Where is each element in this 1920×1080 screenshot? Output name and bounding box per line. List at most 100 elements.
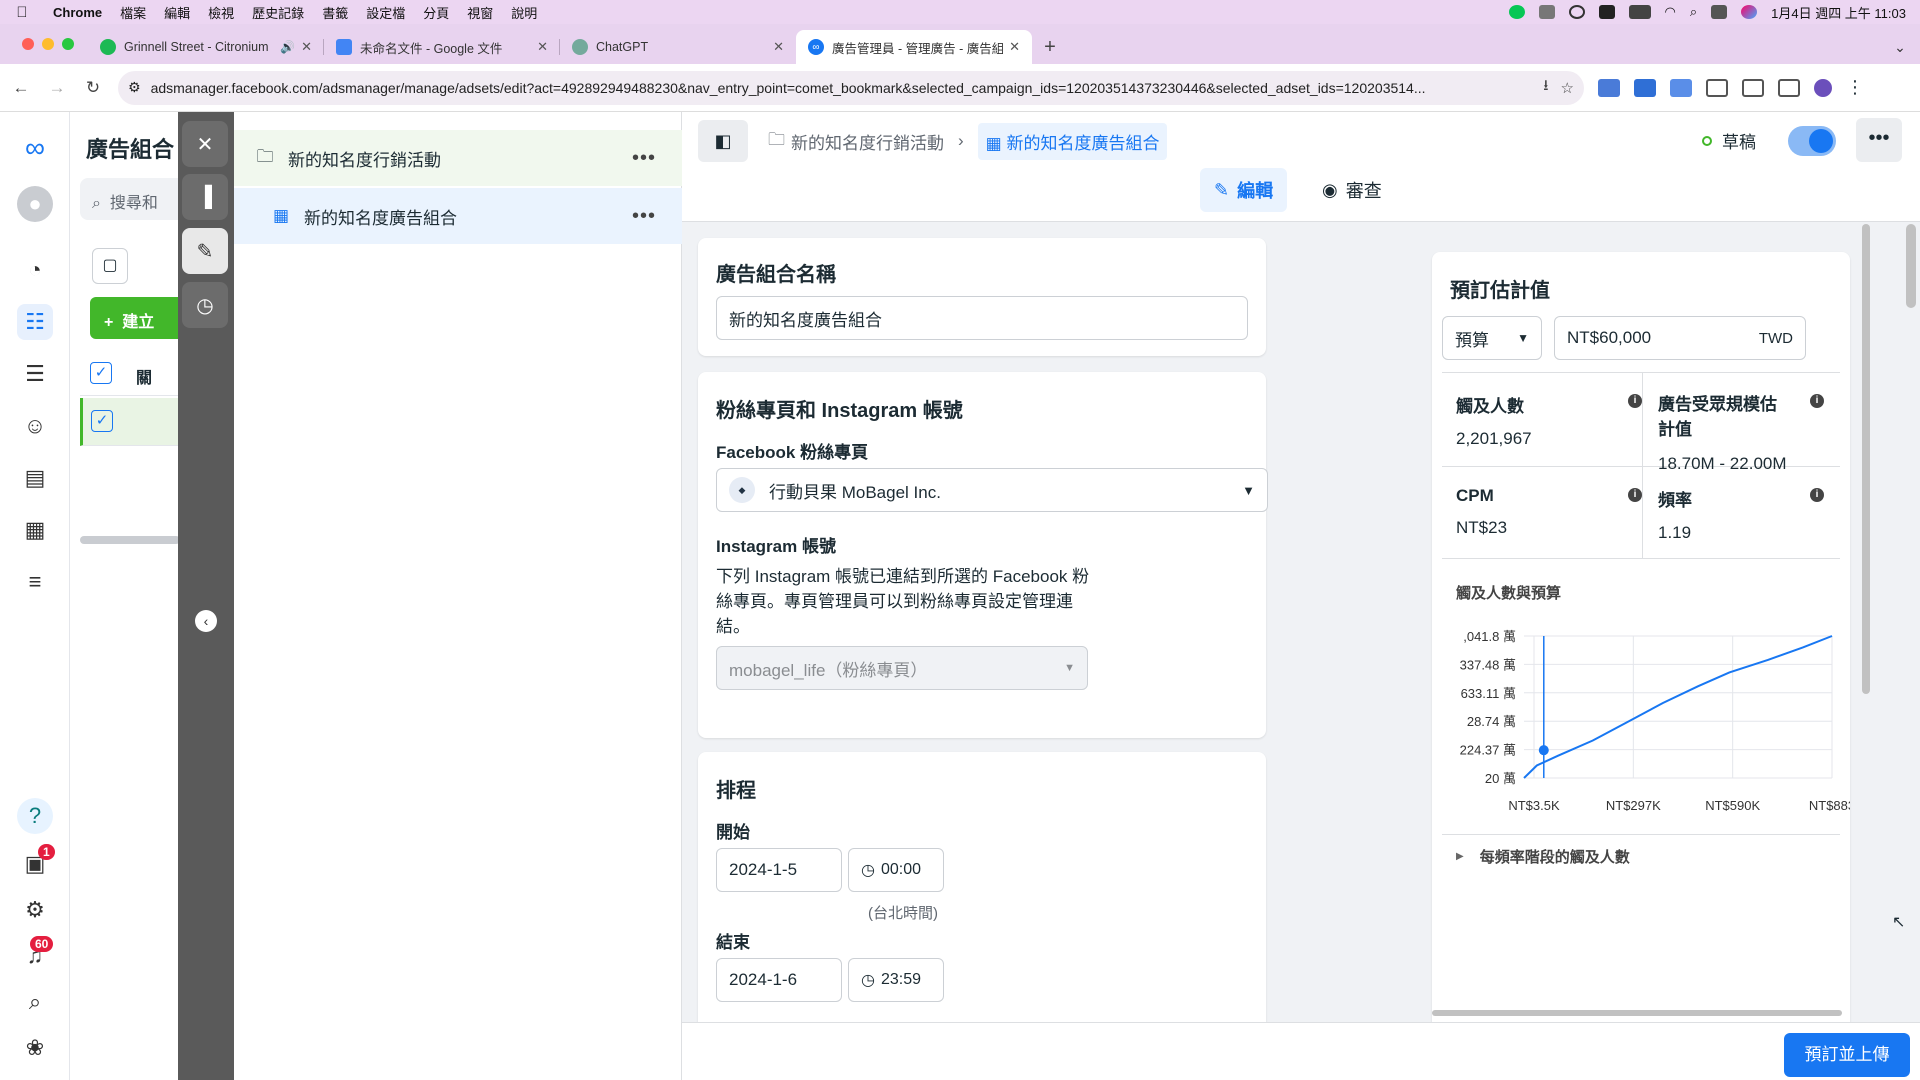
info-icon[interactable]: i bbox=[1628, 394, 1642, 408]
table-row[interactable]: ✓ bbox=[80, 398, 180, 446]
reload-icon[interactable]: ↻ bbox=[78, 78, 108, 98]
wifi-icon[interactable]: ◠ bbox=[1665, 4, 1676, 20]
battery-icon[interactable] bbox=[1628, 5, 1651, 19]
maximize-window-button[interactable] bbox=[62, 38, 74, 50]
budget-type-select[interactable]: 預算 ▼ bbox=[1442, 316, 1542, 360]
control-center-icon[interactable] bbox=[1711, 5, 1728, 19]
search-input[interactable]: ⌕ 搜尋和 bbox=[80, 178, 180, 220]
publish-button[interactable]: 預訂並上傳 bbox=[1784, 1033, 1910, 1077]
help-icon[interactable]: ? bbox=[17, 798, 53, 834]
meta-logo-icon[interactable]: ∞ bbox=[17, 130, 53, 166]
history-clock-icon[interactable]: ◷ bbox=[182, 282, 228, 328]
chrome-menu-icon[interactable]: ⋮ bbox=[1846, 77, 1864, 98]
active-toggle[interactable] bbox=[1788, 126, 1836, 156]
extensions-puzzle-icon[interactable] bbox=[1706, 78, 1728, 97]
menu-file[interactable]: 檔案 bbox=[111, 3, 155, 22]
extension-icon[interactable] bbox=[1598, 78, 1620, 97]
reach-budget-chart[interactable]: ,041.8 萬 337.48 萬 633.11 萬 28.74 萬 224.37 萬 2… bbox=[1432, 602, 1850, 812]
tree-item-adset[interactable]: ▦ 新的知名度廣告組合 ••• bbox=[234, 188, 682, 244]
create-button[interactable]: + 建立 bbox=[90, 297, 180, 339]
menu-chrome[interactable]: Chrome bbox=[44, 5, 111, 20]
info-icon[interactable]: i bbox=[1810, 394, 1824, 408]
estimates-scrollbar[interactable] bbox=[1862, 224, 1870, 694]
tuning-icon[interactable] bbox=[1538, 5, 1555, 19]
menu-tabs[interactable]: 分頁 bbox=[414, 3, 458, 22]
close-editor-icon[interactable]: ✕ bbox=[182, 121, 228, 167]
info-icon[interactable]: i bbox=[1810, 488, 1824, 502]
audiences-icon[interactable]: ☺ bbox=[17, 408, 53, 444]
play-icon[interactable] bbox=[1568, 5, 1585, 19]
folder-icon[interactable]: ▢ bbox=[92, 248, 128, 284]
page-scrollbar[interactable] bbox=[1906, 224, 1916, 308]
siri-icon[interactable] bbox=[1741, 5, 1758, 19]
more-options-icon[interactable]: ••• bbox=[632, 205, 656, 228]
tab-spotify[interactable]: Grinnell Street - Citronium 🔊 ✕ bbox=[88, 30, 324, 64]
close-tab-icon[interactable]: ✕ bbox=[1009, 39, 1020, 55]
tree-item-campaign[interactable]: 🗀 新的知名度行銷活動 ••• bbox=[234, 130, 682, 186]
apple-icon[interactable]:  bbox=[0, 4, 44, 21]
text-input-icon[interactable] bbox=[1598, 5, 1615, 19]
translate-icon[interactable] bbox=[1670, 78, 1692, 97]
sidebar-toggle-icon[interactable]: ◧ bbox=[698, 120, 748, 162]
search-icon[interactable]: ⌕ bbox=[17, 984, 53, 1020]
menu-profiles[interactable]: 設定檔 bbox=[357, 3, 414, 22]
horizontal-scrollbar[interactable] bbox=[80, 536, 180, 544]
breadcrumb-campaign[interactable]: 新的知名度行銷活動 bbox=[791, 129, 944, 154]
minimize-window-button[interactable] bbox=[42, 38, 54, 50]
bug-report-icon[interactable]: ❀ bbox=[17, 1030, 53, 1066]
menu-window[interactable]: 視窗 bbox=[458, 3, 502, 22]
menu-help[interactable]: 說明 bbox=[502, 3, 546, 22]
url-text[interactable]: adsmanager.facebook.com/adsmanager/manag… bbox=[151, 80, 1532, 96]
spotlight-icon[interactable]: ⌕ bbox=[1690, 4, 1697, 20]
clock[interactable]: 1月4日 週四 上午 11:03 bbox=[1771, 3, 1906, 22]
menu-history[interactable]: 歷史記錄 bbox=[243, 3, 313, 22]
adset-name-input[interactable]: 新的知名度廣告組合 bbox=[716, 296, 1248, 340]
billing-icon[interactable]: ▤ bbox=[17, 460, 53, 496]
menu-edit[interactable]: 編輯 bbox=[155, 3, 199, 22]
start-date-input[interactable]: 2024-1-5 bbox=[716, 848, 842, 892]
close-tab-icon[interactable]: ✕ bbox=[537, 39, 548, 55]
estimates-horizontal-scrollbar[interactable] bbox=[1432, 1010, 1842, 1016]
speaker-icon[interactable]: 🔊 bbox=[280, 40, 295, 54]
new-tab-button[interactable]: + bbox=[1032, 30, 1068, 64]
more-options-icon[interactable]: ••• bbox=[632, 147, 656, 170]
tab-google-docs[interactable]: 未命名文件 - Google 文件 ✕ bbox=[324, 30, 560, 64]
info-icon[interactable]: i bbox=[1628, 488, 1642, 502]
reports-icon[interactable]: ☰ bbox=[17, 356, 53, 392]
tab-edit[interactable]: ✎ 編輯 bbox=[1200, 168, 1288, 212]
close-tab-icon[interactable]: ✕ bbox=[773, 39, 784, 55]
catalog-icon[interactable]: ▦ bbox=[17, 512, 53, 548]
close-tab-icon[interactable]: ✕ bbox=[301, 39, 312, 55]
profile-avatar[interactable] bbox=[1814, 78, 1832, 97]
site-info-icon[interactable]: ⚙ bbox=[128, 79, 141, 96]
collapse-chevron-icon[interactable]: ‹ bbox=[195, 610, 217, 632]
frequency-breakdown-toggle[interactable]: ▶ 每頻率階段的觸及人數 bbox=[1456, 846, 1630, 867]
address-bar[interactable]: ⚙ adsmanager.facebook.com/adsmanager/man… bbox=[118, 70, 1584, 105]
edit-pencil-icon[interactable]: ✎ bbox=[182, 228, 228, 274]
back-icon[interactable]: ← bbox=[6, 78, 36, 98]
row-checkbox[interactable]: ✓ bbox=[91, 410, 113, 432]
settings-gear-icon[interactable]: ⚙ bbox=[17, 892, 53, 928]
reading-list-icon[interactable] bbox=[1742, 78, 1764, 97]
account-avatar[interactable]: ● bbox=[17, 186, 53, 222]
close-window-button[interactable] bbox=[22, 38, 34, 50]
install-app-icon[interactable]: ⭳ bbox=[1543, 75, 1548, 100]
more-options-icon[interactable]: ••• bbox=[1856, 118, 1902, 162]
campaigns-table-icon[interactable]: ☷ bbox=[17, 304, 53, 340]
breadcrumb-adset[interactable]: ▦ 新的知名度廣告組合 bbox=[977, 122, 1168, 160]
facebook-page-select[interactable]: ◆ 行動貝果 MoBagel Inc. ▼ bbox=[716, 468, 1268, 512]
tab-ads-manager[interactable]: ∞ 廣告管理員 - 管理廣告 - 廣告組合 ✕ bbox=[796, 30, 1032, 64]
all-tools-menu-icon[interactable]: ≡ bbox=[17, 564, 53, 600]
line-icon[interactable] bbox=[1508, 5, 1525, 19]
end-date-input[interactable]: 2024-1-6 bbox=[716, 958, 842, 1002]
start-time-input[interactable]: ◷ 00:00 bbox=[848, 848, 944, 892]
forward-icon[interactable]: → bbox=[42, 78, 72, 98]
budget-amount-input[interactable]: NT$60,000 TWD bbox=[1554, 316, 1806, 360]
side-panel-icon[interactable] bbox=[1778, 78, 1800, 97]
menu-bookmarks[interactable]: 書籤 bbox=[313, 3, 357, 22]
tab-search-icon[interactable]: ⌄ bbox=[1880, 30, 1920, 64]
menu-view[interactable]: 檢視 bbox=[199, 3, 243, 22]
end-time-input[interactable]: ◷ 23:59 bbox=[848, 958, 944, 1002]
tab-chatgpt[interactable]: ChatGPT ✕ bbox=[560, 30, 796, 64]
overview-gauge-icon[interactable]: ◔ bbox=[17, 252, 53, 288]
